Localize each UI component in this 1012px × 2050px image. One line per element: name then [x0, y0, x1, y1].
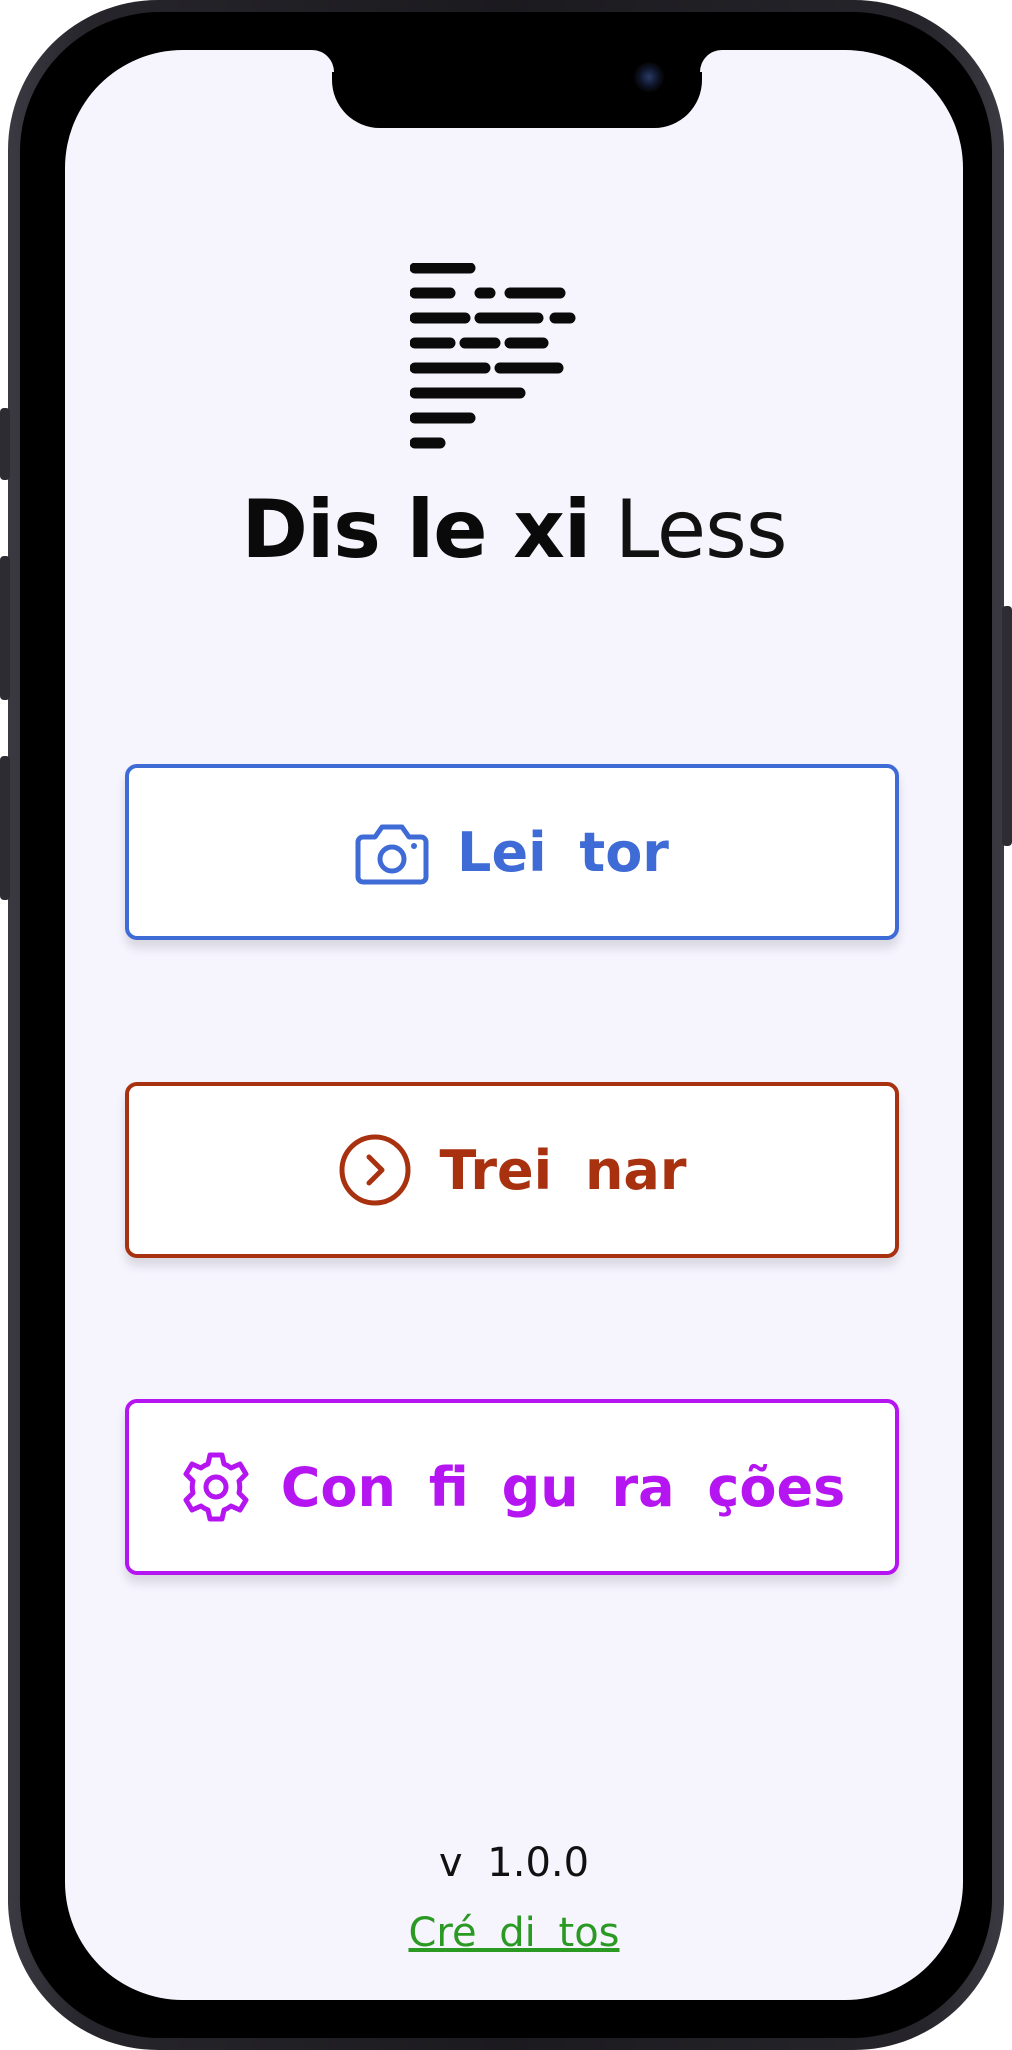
power-button — [1002, 606, 1012, 846]
settings-button[interactable]: Con fi gu ra ções — [125, 1399, 899, 1575]
app-screen: Dis le xi Less Lei tor Trei nar Con fi g… — [65, 50, 963, 2000]
app-title-light: Less — [614, 483, 788, 576]
mute-switch — [0, 408, 10, 480]
train-button[interactable]: Trei nar — [125, 1082, 899, 1258]
gear-icon — [179, 1450, 253, 1524]
train-button-label: Trei nar — [439, 1138, 687, 1202]
notch — [332, 50, 702, 128]
camera-icon — [355, 819, 429, 885]
app-logo-icon — [409, 262, 630, 463]
front-camera — [634, 62, 664, 92]
volume-down-button — [0, 756, 10, 900]
settings-button-label: Con fi gu ra ções — [280, 1455, 846, 1519]
volume-up-button — [0, 556, 10, 700]
version-text: v 1.0.0 — [438, 1840, 590, 1886]
chevron-right-circle-icon — [338, 1133, 412, 1207]
reader-button[interactable]: Lei tor — [125, 764, 899, 940]
app-title-bold: Dis le xi — [241, 483, 591, 576]
credits-link[interactable]: Cré di tos — [65, 1910, 963, 1956]
phone-frame: Dis le xi Less Lei tor Trei nar Con fi g… — [0, 0, 1012, 2050]
reader-button-label: Lei tor — [457, 820, 669, 884]
app-title: Dis le xi Less — [65, 483, 963, 576]
